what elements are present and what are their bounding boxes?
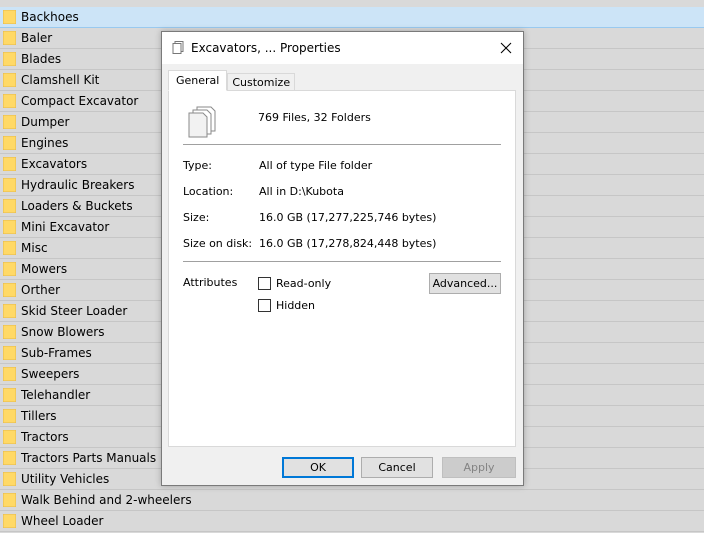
folder-icon [3,472,16,486]
folder-name: Skid Steer Loader [21,304,128,318]
folder-name: Tractors [21,430,69,444]
read-only-checkbox[interactable] [258,277,271,290]
folder-name: Loaders & Buckets [21,199,133,213]
read-only-label[interactable]: Read-only [276,277,331,290]
folder-name: Compact Excavator [21,94,139,108]
folder-name: Tractors Parts Manuals [21,451,157,465]
folder-name: Utility Vehicles [21,472,110,486]
size-label: Size: [183,211,210,224]
folder-name: Dumper [21,115,70,129]
folder-name: Wheel Loader [21,514,104,528]
folder-icon [3,10,16,24]
folder-row[interactable]: Walk Behind and 2-wheelers [0,490,704,511]
folder-icon [3,283,16,297]
folder-name: Tillers [21,409,57,423]
separator [183,144,501,145]
folder-icon [3,493,16,507]
ok-button[interactable]: OK [282,457,354,478]
folder-name: Sub-Frames [21,346,92,360]
folder-icon [3,346,16,360]
separator [183,261,501,262]
folder-icon [3,220,16,234]
apply-button[interactable]: Apply [442,457,516,478]
folder-name: Telehandler [21,388,91,402]
folder-icon [3,52,16,66]
folder-name: Misc [21,241,48,255]
folder-properties-icon [171,41,185,55]
folder-name: Sweepers [21,367,80,381]
tab-strip: General Customize [168,70,296,91]
hidden-label[interactable]: Hidden [276,299,315,312]
folder-name: Excavators [21,157,88,171]
folder-name: Clamshell Kit [21,73,100,87]
type-label: Type: [183,159,212,172]
folder-icon [3,199,16,213]
tab-general[interactable]: General [168,70,228,91]
title-bar[interactable]: Excavators, ... Properties [162,32,523,64]
folder-name: Hydraulic Breakers [21,178,135,192]
folder-icon [3,178,16,192]
dialog-title: Excavators, ... Properties [191,41,341,55]
folder-row[interactable]: Backhoes [0,7,704,28]
folder-icon [3,367,16,381]
folder-icon [3,514,16,528]
folder-icon [3,451,16,465]
folder-icon [3,115,16,129]
advanced-button[interactable]: Advanced... [429,273,501,294]
folder-name: Backhoes [21,10,79,24]
tab-customize[interactable]: Customize [227,73,296,91]
folder-name: Engines [21,136,69,150]
folder-icon [3,94,16,108]
general-panel: 769 Files, 32 Folders Type: All of type … [168,90,516,447]
folder-icon [3,136,16,150]
close-button[interactable] [491,33,521,63]
location-value: All in D:\Kubota [259,185,344,198]
close-icon [500,42,512,54]
hidden-checkbox[interactable] [258,299,271,312]
attributes-label: Attributes [183,276,238,289]
folder-name: Walk Behind and 2-wheelers [21,493,192,507]
folder-icon [3,388,16,402]
folder-icon [3,430,16,444]
properties-dialog: Excavators, ... Properties General Custo… [161,31,524,486]
size-value: 16.0 GB (17,277,225,746 bytes) [259,211,437,224]
size-on-disk-value: 16.0 GB (17,278,824,448 bytes) [259,237,437,250]
folder-icon [3,409,16,423]
type-value: All of type File folder [259,159,373,172]
folder-name: Blades [21,52,62,66]
folder-name: Baler [21,31,53,45]
multiple-files-icon [187,105,217,142]
folder-icon [3,73,16,87]
folder-icon [3,325,16,339]
cancel-button[interactable]: Cancel [361,457,433,478]
folder-name: Orther [21,283,61,297]
folder-icon [3,304,16,318]
location-label: Location: [183,185,234,198]
folder-name: Mini Excavator [21,220,110,234]
folder-icon [3,157,16,171]
folder-name: Mowers [21,262,68,276]
folder-name: Snow Blowers [21,325,105,339]
folder-icon [3,262,16,276]
folder-icon [3,31,16,45]
folder-icon [3,241,16,255]
folder-row[interactable]: Wheel Loader [0,511,704,532]
files-folders-count: 769 Files, 32 Folders [258,111,371,124]
size-on-disk-label: Size on disk: [183,237,253,250]
